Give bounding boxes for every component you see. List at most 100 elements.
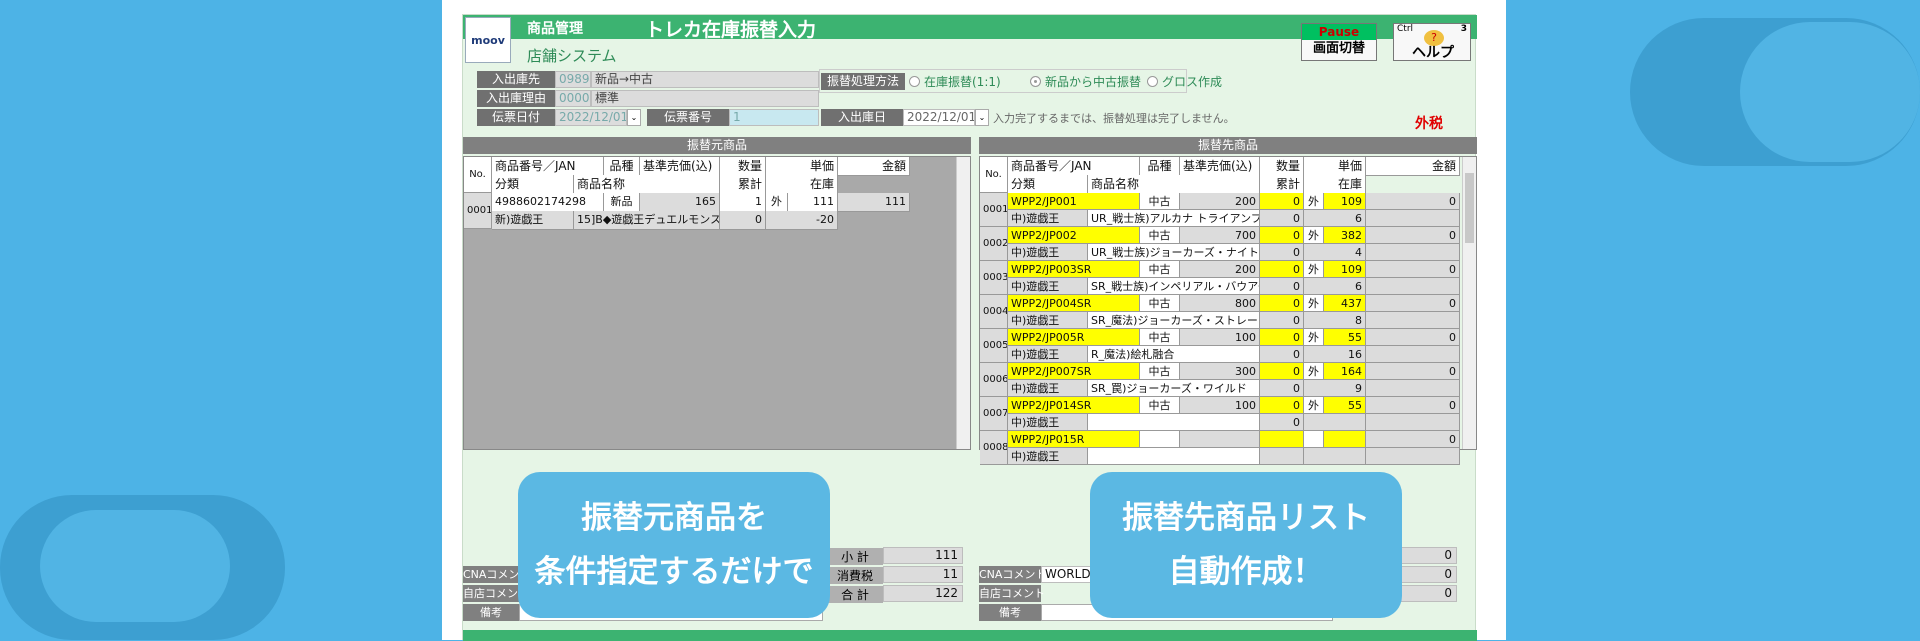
slip-no-field[interactable]: 1 bbox=[729, 109, 819, 126]
cell-cum: 0 bbox=[1260, 414, 1304, 431]
cell-qty[interactable]: 0 bbox=[1260, 261, 1304, 278]
cell-price: 100 bbox=[1180, 329, 1260, 346]
option-label: 新品から中古振替 bbox=[1045, 75, 1142, 89]
help-button[interactable]: Ctrl 3 ? ヘルプ bbox=[1393, 23, 1471, 61]
cell-unit[interactable]: 55 bbox=[1324, 397, 1366, 414]
cell-code[interactable]: WPP2/JP014SR bbox=[1008, 397, 1140, 414]
cell-stock: 9 bbox=[1304, 380, 1366, 397]
cell-price: 300 bbox=[1180, 363, 1260, 380]
cell-name: SR_戦士族)インペリアル・バウアー bbox=[1088, 278, 1260, 295]
cell-qty[interactable]: 0 bbox=[1260, 363, 1304, 380]
col-qty: 数量 bbox=[1260, 157, 1304, 176]
cell-unit[interactable]: 382 bbox=[1324, 227, 1366, 244]
cell-name: SR_罠)ジョーカーズ・ワイルド bbox=[1088, 380, 1260, 397]
row-no: 0002 bbox=[980, 227, 1008, 261]
radio-selected-icon[interactable] bbox=[1030, 76, 1041, 87]
decor-pill-bottom-left-inner bbox=[40, 510, 230, 622]
decor-pill-top-right-inner bbox=[1740, 22, 1920, 162]
cell-tax: 外 bbox=[1304, 363, 1324, 380]
cell-cum: 0 bbox=[1260, 210, 1304, 227]
io-date-dropdown-icon[interactable]: ⌄ bbox=[975, 109, 989, 126]
cell-tax: 外 bbox=[1304, 261, 1324, 278]
cell-name: R_魔法)絵札融合 bbox=[1088, 346, 1260, 363]
cell-tax bbox=[1304, 431, 1324, 448]
warehouse-code-field[interactable]: 0989 bbox=[555, 71, 591, 88]
cell-price: 700 bbox=[1180, 227, 1260, 244]
radio-icon[interactable] bbox=[1147, 76, 1158, 87]
option-new-to-used[interactable]: 新品から中古振替 bbox=[1030, 73, 1141, 90]
cell-code[interactable]: WPP2/JP001 bbox=[1008, 193, 1140, 210]
cell-blank bbox=[1366, 380, 1460, 397]
cell-name: UR_戦士族)ジョーカーズ・ナイト bbox=[1088, 244, 1260, 261]
cell-unit[interactable]: 437 bbox=[1324, 295, 1366, 312]
source-scrollbar[interactable] bbox=[956, 157, 970, 449]
cell-code[interactable]: WPP2/JP005R bbox=[1008, 329, 1140, 346]
cell-unit[interactable]: 164 bbox=[1324, 363, 1366, 380]
io-date-field[interactable]: 2022/12/01 bbox=[903, 109, 975, 126]
option-label: グロス作成 bbox=[1162, 75, 1223, 89]
cell-tax: 外 bbox=[766, 193, 788, 212]
page-title: トレカ在庫振替入力 bbox=[645, 19, 817, 41]
pause-button[interactable]: Pause 画面切替 bbox=[1301, 23, 1377, 61]
option-inventory-transfer[interactable]: 在庫振替(1:1) bbox=[909, 73, 1001, 90]
radio-icon[interactable] bbox=[909, 76, 920, 87]
cell-kind: 中古 bbox=[1140, 295, 1180, 312]
cell-category: 中)遊戯王 bbox=[1008, 380, 1088, 397]
cell-code[interactable]: WPP2/JP003SR bbox=[1008, 261, 1140, 278]
reason-code-field[interactable]: 00000 bbox=[555, 90, 591, 107]
cell-code[interactable]: WPP2/JP015R bbox=[1008, 431, 1140, 448]
subtotal-label: 小 計 bbox=[827, 548, 883, 565]
cell-cum: 0 bbox=[1260, 244, 1304, 261]
cell-code[interactable]: WPP2/JP002 bbox=[1008, 227, 1140, 244]
row-no: 0001 bbox=[464, 193, 492, 229]
option-gross[interactable]: グロス作成 bbox=[1147, 73, 1222, 90]
cell-unit[interactable] bbox=[1324, 431, 1366, 448]
col-cum: 累計 bbox=[1260, 175, 1304, 194]
col-unit: 単価 bbox=[766, 157, 838, 176]
cell-kind: 中古 bbox=[1140, 397, 1180, 414]
cell-unit[interactable]: 55 bbox=[1324, 329, 1366, 346]
cell-unit[interactable]: 111 bbox=[788, 193, 838, 212]
col-category: 分類 bbox=[1008, 175, 1088, 194]
cell-category: 中)遊戯王 bbox=[1008, 278, 1088, 295]
cell-stock: 8 bbox=[1304, 312, 1366, 329]
callout-dest-line-1: 振替先商品リスト bbox=[1122, 500, 1370, 536]
col-qty: 数量 bbox=[720, 157, 766, 176]
cell-blank bbox=[1366, 414, 1460, 431]
status-note: 入力完了するまでは、振替処理は完了しません。 bbox=[993, 112, 1235, 125]
cell-code[interactable]: WPP2/JP004SR bbox=[1008, 295, 1140, 312]
col-no: No. bbox=[464, 157, 492, 193]
reason-label: 入出庫理由 bbox=[477, 90, 555, 107]
cell-tax: 外 bbox=[1304, 329, 1324, 346]
col-category: 分類 bbox=[492, 175, 574, 194]
cell-qty[interactable]: 0 bbox=[1260, 295, 1304, 312]
cell-code[interactable]: 4988602174298 bbox=[492, 193, 604, 212]
col-stock: 在庫 bbox=[766, 175, 838, 194]
cell-unit[interactable]: 109 bbox=[1324, 261, 1366, 278]
col-blank bbox=[838, 175, 910, 176]
slip-date-dropdown-icon[interactable]: ⌄ bbox=[627, 109, 641, 126]
cell-stock: -20 bbox=[766, 211, 838, 230]
cell-qty[interactable]: 0 bbox=[1260, 329, 1304, 346]
cell-unit[interactable]: 109 bbox=[1324, 193, 1366, 210]
cell-qty[interactable] bbox=[1260, 431, 1304, 448]
cell-qty[interactable]: 1 bbox=[720, 193, 766, 212]
cell-qty[interactable]: 0 bbox=[1260, 193, 1304, 210]
cell-qty[interactable]: 0 bbox=[1260, 227, 1304, 244]
callout-source-line-1: 振替元商品を bbox=[581, 500, 767, 536]
source-memo-label: 備考 bbox=[463, 604, 519, 621]
cell-amount: 0 bbox=[1366, 363, 1460, 380]
dest-section-title: 振替先商品 bbox=[979, 137, 1477, 154]
cell-qty[interactable]: 0 bbox=[1260, 397, 1304, 414]
dest-scrollbar[interactable] bbox=[1462, 157, 1476, 449]
cell-blank bbox=[1366, 244, 1460, 261]
slip-date-field[interactable]: 2022/12/01 bbox=[555, 109, 627, 126]
cell-tax: 外 bbox=[1304, 295, 1324, 312]
total-field: 122 bbox=[883, 585, 963, 602]
cell-kind: 中古 bbox=[1140, 227, 1180, 244]
cell-amount: 0 bbox=[1366, 329, 1460, 346]
scroll-thumb[interactable] bbox=[1465, 173, 1474, 243]
cell-code[interactable]: WPP2/JP007SR bbox=[1008, 363, 1140, 380]
col-price: 基準売価(込) bbox=[1180, 157, 1260, 176]
cell-stock: 4 bbox=[1304, 244, 1366, 261]
